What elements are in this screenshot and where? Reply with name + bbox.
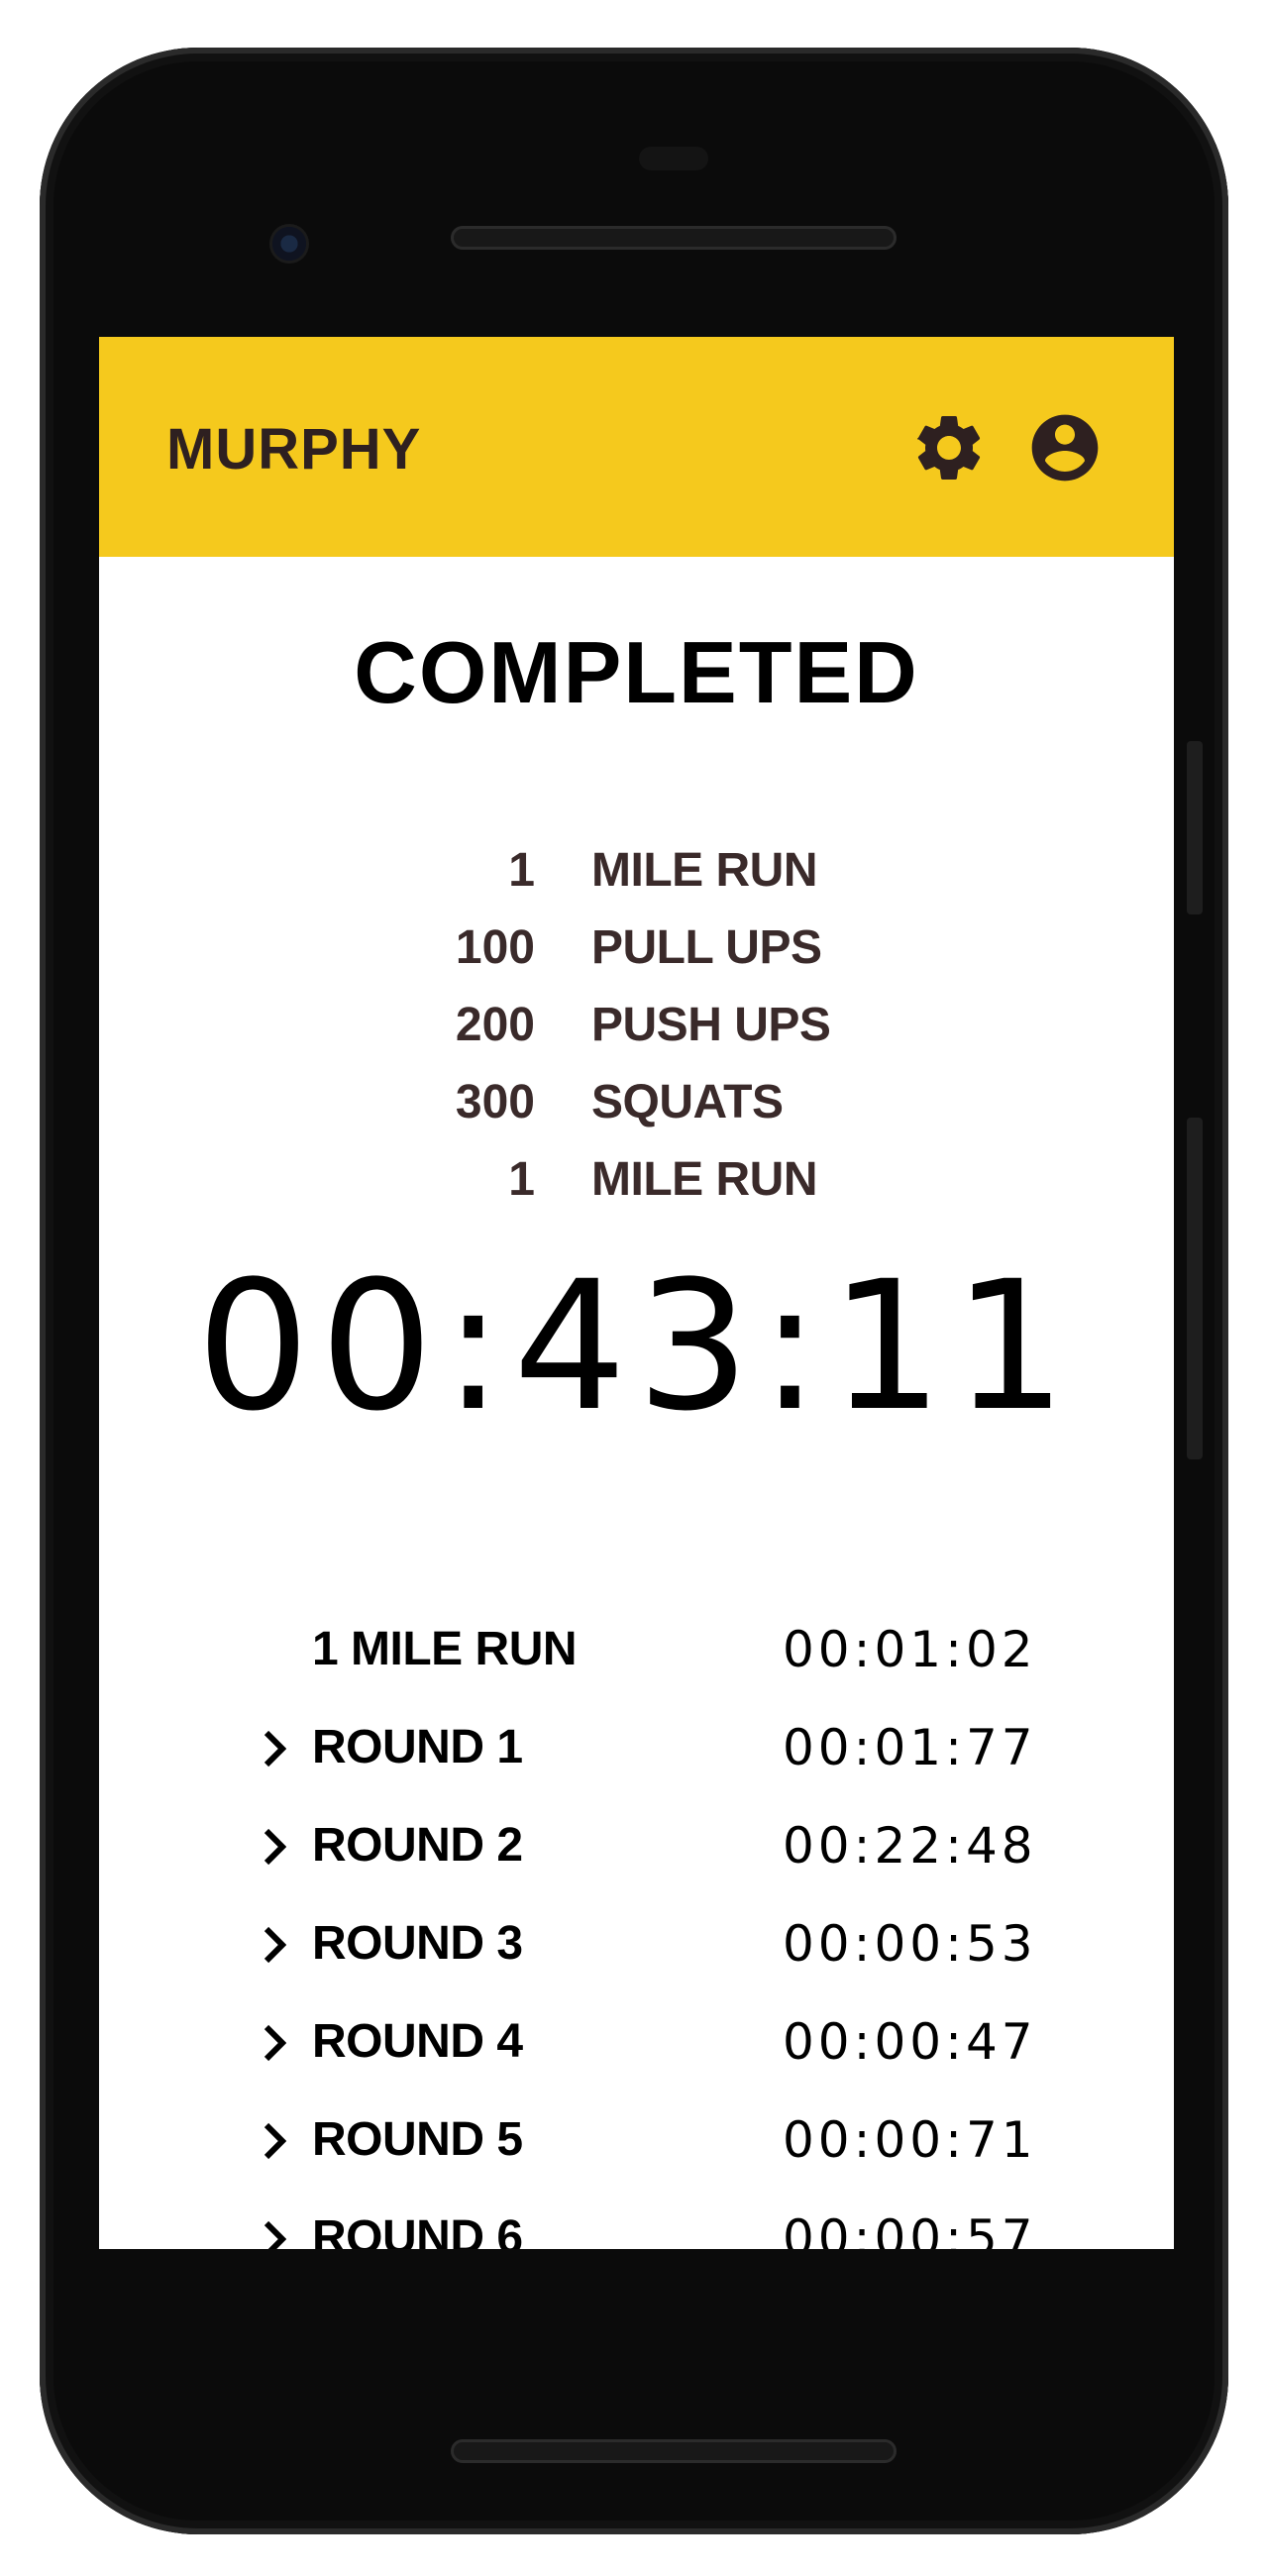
split-label: ROUND 5 [312, 2113, 523, 2166]
workout-qty: 200 [455, 999, 535, 1051]
proximity-sensor [639, 147, 708, 170]
split-row-round[interactable]: ROUND 3 00:00:53 [99, 1899, 1174, 1997]
front-camera [269, 224, 309, 264]
workout-row: 300 SQUATS [99, 1064, 1174, 1141]
split-label: ROUND 6 [312, 2211, 523, 2249]
split-time: 00:00:57 [783, 2209, 1037, 2249]
split-time: 00:00:47 [783, 2013, 1037, 2071]
total-time: 00:43:11 [196, 1243, 1077, 1450]
chevron-right-icon[interactable] [263, 1729, 286, 1769]
volume-button [1187, 741, 1203, 914]
workout-qty: 300 [455, 1076, 535, 1128]
split-label: 1 MILE RUN [312, 1623, 578, 1675]
split-time: 00:22:48 [783, 1817, 1037, 1875]
split-row-round[interactable]: ROUND 4 00:00:47 [99, 1997, 1174, 2095]
split-row-round[interactable]: ROUND 6 00:00:57 [99, 2194, 1174, 2249]
workout-row: 1 MILE RUN [99, 832, 1174, 910]
workout-qty: 100 [455, 921, 535, 974]
workout-name: MILE RUN [591, 844, 817, 897]
chevron-right-icon[interactable] [263, 1827, 286, 1867]
app-screen: MURPHY COMPLETED 1 MILE RUN 100 PULL UPS… [99, 337, 1174, 2249]
workout-list: 1 MILE RUN 100 PULL UPS 200 PUSH UPS 300… [99, 832, 1174, 1219]
workout-row: 200 PUSH UPS [99, 987, 1174, 1064]
chevron-right-icon[interactable] [263, 2023, 286, 2063]
split-label: ROUND 2 [312, 1819, 523, 1872]
chevron-right-icon[interactable] [263, 2121, 286, 2161]
app-bar: MURPHY [99, 337, 1174, 557]
earpiece-speaker [451, 226, 897, 250]
split-label: ROUND 1 [312, 1721, 523, 1773]
workout-qty: 1 [508, 844, 535, 897]
workout-qty: 1 [508, 1153, 535, 1206]
split-time: 00:00:71 [783, 2111, 1037, 2169]
workout-name: MILE RUN [591, 1153, 817, 1206]
chevron-right-icon[interactable] [263, 1925, 286, 1965]
app-title: MURPHY [166, 417, 422, 482]
split-row-round[interactable]: ROUND 5 00:00:71 [99, 2095, 1174, 2194]
split-time: 00:01:02 [783, 1621, 1037, 1678]
workout-row: 100 PULL UPS [99, 910, 1174, 987]
workout-name: PULL UPS [591, 921, 822, 974]
workout-name: SQUATS [591, 1076, 784, 1128]
completed-heading: COMPLETED [354, 623, 919, 721]
account-circle-icon[interactable] [1025, 408, 1105, 487]
split-label: ROUND 4 [312, 2015, 523, 2068]
split-row-round[interactable]: ROUND 2 00:22:48 [99, 1801, 1174, 1899]
split-time: 00:01:77 [783, 1719, 1037, 1776]
split-label: ROUND 3 [312, 1917, 523, 1970]
split-time: 00:00:53 [783, 1915, 1037, 1973]
split-row-round[interactable]: ROUND 1 00:01:77 [99, 1703, 1174, 1801]
power-button [1187, 1118, 1203, 1459]
split-times-list: 1 MILE RUN 00:01:02 ROUND 1 00:01:77 ROU… [99, 1605, 1174, 2249]
split-row-mile-run: 1 MILE RUN 00:01:02 [99, 1605, 1174, 1703]
bottom-speaker [451, 2439, 897, 2463]
gear-icon[interactable] [909, 408, 989, 487]
workout-row: 1 MILE RUN [99, 1141, 1174, 1219]
chevron-right-icon[interactable] [263, 2219, 286, 2249]
workout-name: PUSH UPS [591, 999, 831, 1051]
